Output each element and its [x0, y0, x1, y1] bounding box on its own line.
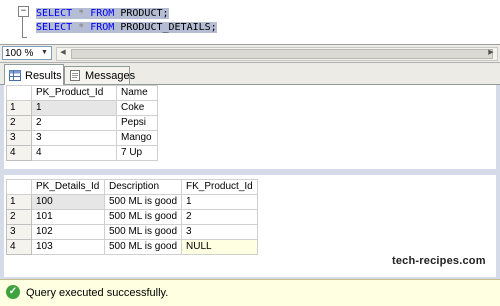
grid-corner[interactable] — [6, 85, 32, 101]
table-cell[interactable]: Coke — [116, 100, 158, 116]
table-row[interactable]: 3 3 Mango — [6, 130, 158, 146]
row-number[interactable]: 1 — [6, 194, 32, 210]
table-cell[interactable]: 3 — [181, 224, 258, 240]
chevron-down-icon[interactable]: ▼ — [39, 48, 50, 58]
scrollbar-thumb[interactable] — [71, 49, 493, 59]
table-row[interactable]: 2 101 500 ML is good 2 — [6, 209, 258, 225]
messages-icon — [70, 70, 80, 81]
tab-messages-label: Messages — [85, 70, 136, 82]
column-header[interactable]: Description — [103, 179, 183, 195]
row-number[interactable]: 3 — [6, 224, 32, 240]
table-cell[interactable]: 2 — [31, 115, 117, 131]
row-number[interactable]: 4 — [6, 145, 32, 161]
zoom-bar: 100 % ▼ ◀ ▶ — [0, 45, 500, 63]
table-cell[interactable]: 2 — [181, 209, 258, 225]
results-grid-2[interactable]: PK_Details_Id Description FK_Product_Id … — [6, 179, 258, 255]
column-header[interactable]: PK_Product_Id — [31, 85, 117, 101]
horizontal-scrollbar[interactable]: ◀ ▶ — [56, 47, 498, 61]
column-header[interactable]: FK_Product_Id — [181, 179, 258, 195]
table-cell[interactable]: 102 — [31, 224, 105, 240]
table-cell[interactable]: 3 — [31, 130, 117, 146]
results-pane-1: PK_Product_Id Name 1 1 Coke 2 2 Pepsi 3 … — [4, 85, 496, 169]
table-row[interactable]: 4 103 500 ML is good NULL — [6, 239, 258, 255]
table-cell[interactable]: 500 ML is good — [103, 239, 183, 255]
sql-table: PRODUCT; — [120, 8, 169, 19]
query-editor[interactable]: − SELECT * FROM PRODUCT; SELECT * FROM P… — [0, 0, 500, 45]
tab-messages[interactable]: Messages — [64, 66, 135, 84]
table-cell[interactable]: 500 ML is good — [103, 209, 183, 225]
scroll-right-icon[interactable]: ▶ — [485, 48, 497, 58]
table-cell[interactable]: 1 — [181, 194, 258, 210]
table-cell[interactable]: Pepsi — [116, 115, 158, 131]
check-icon: ✓ — [6, 285, 20, 299]
table-cell[interactable]: 500 ML is good — [103, 194, 183, 210]
tab-results[interactable]: Results — [4, 64, 64, 85]
results-grid-1[interactable]: PK_Product_Id Name 1 1 Coke 2 2 Pepsi 3 … — [6, 85, 158, 161]
sql-star: * — [78, 22, 85, 33]
results-tabs: Results Messages — [0, 63, 500, 85]
table-cell[interactable]: Mango — [116, 130, 158, 146]
collapse-outline-icon[interactable]: − — [18, 6, 29, 17]
row-number[interactable]: 2 — [6, 115, 32, 131]
grid-corner[interactable] — [6, 179, 32, 195]
column-header[interactable]: Name — [116, 85, 158, 101]
table-row[interactable]: 1 1 Coke — [6, 100, 158, 116]
table-cell[interactable]: 500 ML is good — [103, 224, 183, 240]
row-number[interactable]: 4 — [6, 239, 32, 255]
sql-keyword: FROM — [90, 8, 115, 19]
sql-line-2[interactable]: SELECT * FROM PRODUCT_DETAILS; — [36, 22, 217, 34]
table-cell[interactable]: 101 — [31, 209, 105, 225]
table-cell-null[interactable]: NULL — [181, 239, 258, 255]
table-row[interactable]: 3 102 500 ML is good 3 — [6, 224, 258, 240]
table-row[interactable]: 4 4 7 Up — [6, 145, 158, 161]
column-header[interactable]: PK_Details_Id — [31, 179, 105, 195]
table-cell[interactable]: 100 — [31, 194, 105, 210]
table-row[interactable]: 1 100 500 ML is good 1 — [6, 194, 258, 210]
table-cell[interactable]: 4 — [31, 145, 117, 161]
tab-results-label: Results — [25, 70, 62, 82]
watermark: tech-recipes.com — [392, 255, 486, 267]
table-cell[interactable]: 1 — [31, 100, 117, 116]
zoom-value: 100 % — [5, 48, 34, 59]
grid-icon — [9, 70, 21, 81]
row-number[interactable]: 1 — [6, 100, 32, 116]
sql-table: PRODUCT_DETAILS; — [120, 22, 217, 33]
outline-end — [22, 37, 27, 38]
sql-star: * — [78, 8, 85, 19]
sql-keyword: SELECT — [36, 8, 73, 19]
table-cell[interactable]: 7 Up — [116, 145, 158, 161]
results-pane-2: PK_Details_Id Description FK_Product_Id … — [4, 175, 496, 277]
sql-keyword: FROM — [90, 22, 115, 33]
sql-line-1[interactable]: SELECT * FROM PRODUCT; — [36, 8, 169, 20]
scroll-left-icon[interactable]: ◀ — [57, 48, 69, 58]
outline-line — [22, 17, 23, 37]
row-number[interactable]: 3 — [6, 130, 32, 146]
status-bar: ✓ Query executed successfully. — [0, 279, 500, 306]
table-row[interactable]: 2 2 Pepsi — [6, 115, 158, 131]
zoom-select[interactable]: 100 % ▼ — [2, 46, 52, 60]
row-number[interactable]: 2 — [6, 209, 32, 225]
sql-keyword: SELECT — [36, 22, 73, 33]
table-cell[interactable]: 103 — [31, 239, 105, 255]
status-message: Query executed successfully. — [26, 287, 169, 299]
